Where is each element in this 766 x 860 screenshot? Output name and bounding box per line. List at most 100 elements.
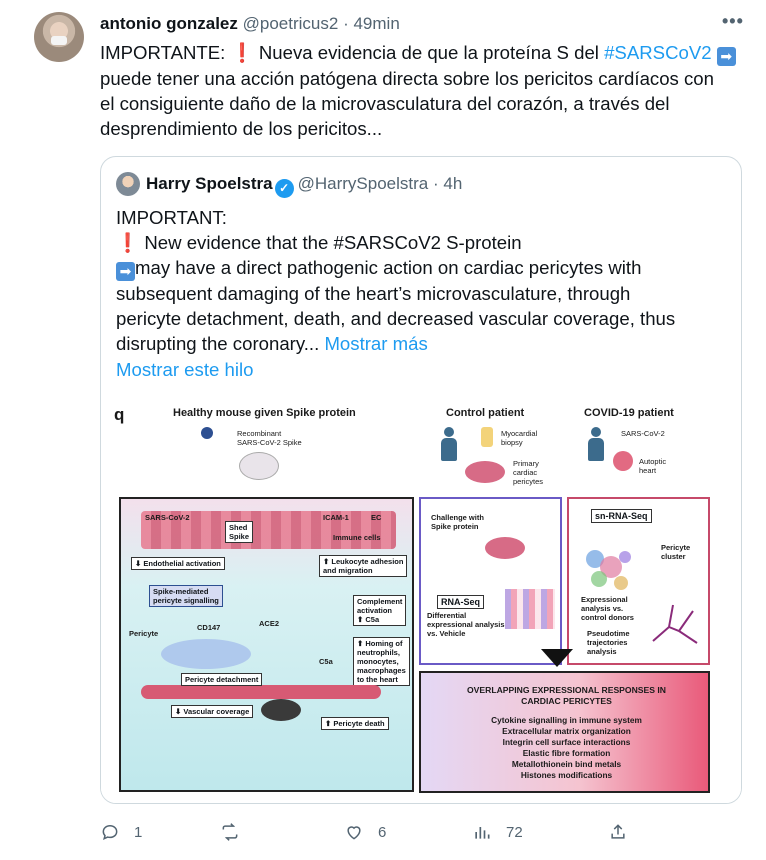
panel-b-control: Challenge with Spike protein RNA-Seq Dif…: [419, 497, 562, 665]
pericyte-cells-glyph: [161, 639, 251, 669]
quote-text-line-6: disrupting the coronary... Mostrar más: [116, 331, 731, 356]
author-handle[interactable]: @poetricus2: [243, 14, 339, 33]
retweet-button[interactable]: [220, 818, 254, 846]
rnaseq-label: RNA-Seq: [437, 595, 485, 609]
icam-label: ICAM-1: [323, 513, 349, 522]
tweet-text: IMPORTANTE: ❗ Nueva evidencia de que la …: [100, 40, 750, 141]
exclamation-emoji-icon: ❗: [116, 232, 140, 253]
like-count: 6: [378, 823, 387, 841]
panel-c-covid: sn-RNA-Seq Pericyte cluster Expressional…: [567, 497, 710, 665]
detachment-label: Pericyte detachment: [181, 673, 263, 686]
show-thread-link[interactable]: Mostrar este hilo: [116, 359, 253, 381]
attached-figure-image[interactable]: q Healthy mouse given Spike protein Cont…: [101, 397, 741, 803]
myocardial-label: Myocardial biopsy: [501, 429, 538, 447]
like-button[interactable]: 6: [344, 818, 386, 846]
figure-title-b: Control patient: [446, 407, 525, 419]
heart-icon: [613, 451, 633, 471]
tweet-header: antonio gonzalez @poetricus2 · 49min: [100, 14, 400, 34]
leukocyte-label: ⬆ Leukocyte adhesion and migration: [319, 555, 408, 577]
figure-title-c: COVID-19 patient: [584, 407, 674, 419]
capillary-glyph: [141, 685, 381, 699]
reply-button[interactable]: 1: [100, 818, 142, 846]
immune-label: Immune cells: [333, 533, 381, 542]
views-chart-icon: [475, 827, 490, 839]
dead-pericyte-glyph: [261, 699, 301, 721]
quote-text-line-2: ❗ New evidence that the #SARSCoV2 S-prot…: [116, 230, 731, 255]
death-label: ⬆ Pericyte death: [321, 717, 389, 730]
quote-text-line-5: pericyte detachment, death, and decrease…: [116, 308, 676, 329]
control-patient-icon: [441, 427, 457, 461]
covid-patient-icon: [588, 427, 604, 461]
tweet[interactable]: antonio gonzalez @poetricus2 · 49min •••…: [0, 0, 766, 860]
vascular-label: ⬇ Vascular coverage: [171, 705, 254, 718]
responses-list: Cytokine signalling in immune system Ext…: [491, 715, 642, 780]
heatmap-glyph: [505, 589, 555, 629]
mouse-illustration: [239, 452, 279, 480]
primary-pericytes-glyph: [465, 461, 505, 483]
expr-label: Expressional analysis vs. control donors: [581, 595, 634, 622]
tweet-text-line-1: IMPORTANTE: ❗ Nueva evidencia de que la …: [100, 40, 750, 66]
show-more-link[interactable]: Mostrar más: [324, 333, 427, 354]
challenge-label: Challenge with Spike protein: [431, 513, 484, 531]
umap-plot-glyph: [586, 550, 631, 590]
sarscov2-label: SARS-CoV-2: [145, 513, 190, 522]
text-segment: New evidence that the #SARSCoV2 S-protei…: [144, 232, 522, 253]
tweet-text-line-4: desprendimiento de los pericitos...: [100, 118, 383, 139]
hashtag-link[interactable]: #SARSCoV2: [604, 42, 712, 63]
challenged-pericytes-glyph: [485, 537, 525, 559]
more-options-icon[interactable]: •••: [722, 12, 744, 32]
text-segment: IMPORTANTE:: [100, 42, 231, 63]
right-arrow-emoji-icon: ➡: [116, 262, 135, 281]
pseudo-label: Pseudotime trajectories analysis: [587, 629, 630, 656]
views-button[interactable]: 72: [472, 818, 523, 846]
cluster-label: Pericyte cluster: [661, 543, 691, 561]
separator: ·: [433, 174, 439, 193]
separator: ·: [343, 14, 349, 33]
responses-title: OVERLAPPING EXPRESSIONAL RESPONSES IN CA…: [467, 685, 666, 706]
quote-text-line-4: subsequent damaging of the heart’s micro…: [116, 283, 631, 304]
text-segment: Nueva evidencia de que la proteína S del: [253, 42, 605, 63]
trajectory-glyph: [652, 604, 698, 644]
quote-author-name[interactable]: Harry Spoelstra: [146, 174, 273, 193]
quote-text-line-3: ➡ may have a direct pathogenic action on …: [116, 255, 731, 281]
share-button[interactable]: [608, 818, 628, 846]
quote-text-line-1: IMPORTANT:: [116, 207, 227, 228]
quote-header: Harry Spoelstra ✓ @HarrySpoelstra · 4h: [146, 174, 462, 198]
spike-signalling-label: Spike-mediated pericyte signalling: [149, 585, 223, 607]
retweet-icon: [222, 823, 238, 841]
homing-label: ⬆ Homing of neutrophils, monocytes, macr…: [353, 637, 410, 686]
quote-author-handle[interactable]: @HarrySpoelstra: [298, 174, 429, 193]
action-bar: 1 6 72: [100, 818, 640, 846]
ec-label: EC: [371, 513, 382, 522]
biopsy-tube-icon: [481, 427, 493, 447]
spike-protein-glyph: [201, 427, 213, 439]
tweet-text-line-2: puede tener una acción patógena directa …: [100, 68, 714, 89]
sarscov2-c-label: SARS-CoV-2: [621, 429, 665, 438]
endothelial-label: ⬇ Endothelial activation: [131, 557, 225, 570]
text-segment: may have a direct pathogenic action on c…: [135, 257, 642, 278]
quote-text: IMPORTANT: ❗ New evidence that the #SARS…: [116, 205, 731, 356]
shed-spike-label: Shed Spike: [225, 521, 254, 543]
verified-badge-icon: ✓: [274, 179, 294, 198]
quote-author-avatar[interactable]: [116, 172, 140, 196]
panel-d-responses: OVERLAPPING EXPRESSIONAL RESPONSES IN CA…: [419, 671, 710, 793]
right-arrow-emoji-icon: ➡: [716, 47, 736, 66]
quoted-tweet[interactable]: Harry Spoelstra ✓ @HarrySpoelstra · 4h IMP…: [100, 156, 742, 804]
down-arrow-glyph: [541, 649, 573, 667]
primary-label: Primary cardiac pericytes: [513, 459, 544, 486]
reply-count: 1: [134, 823, 143, 841]
text-segment: disrupting the coronary...: [116, 333, 320, 354]
figure-title-a: Healthy mouse given Spike protein: [173, 407, 356, 419]
ace2-label: ACE2: [259, 619, 280, 628]
panel-a-mechanism: SARS-CoV-2 Shed Spike ICAM-1 EC Immune c…: [119, 497, 414, 792]
author-name[interactable]: antonio gonzalez: [100, 14, 238, 33]
c5a-label: C5a: [319, 657, 333, 666]
quote-time[interactable]: 4h: [443, 174, 462, 193]
figure-panel-letter: q: [114, 405, 125, 424]
tweet-time[interactable]: 49min: [353, 14, 399, 33]
recombinant-label: Recombinant SARS-CoV-2 Spike: [237, 429, 302, 447]
author-avatar[interactable]: [34, 12, 84, 62]
snrnaseq-label: sn-RNA-Seq: [591, 509, 652, 523]
tweet-text-line-3: el consiguiente daño de la microvasculat…: [100, 93, 670, 114]
cd147-label: CD147: [197, 623, 221, 632]
